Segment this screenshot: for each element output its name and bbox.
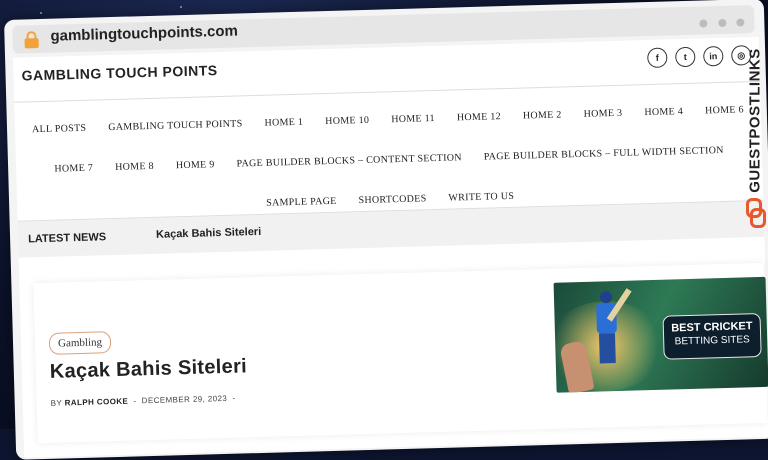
meta-separator: - — [232, 393, 236, 403]
nav-item[interactable]: SAMPLE PAGE — [266, 195, 337, 208]
browser-window: gamblingtouchpoints.com GAMBLING TOUCH P… — [4, 0, 768, 460]
post-title[interactable]: Kaçak Bahis Siteleri — [50, 355, 248, 383]
nav-item[interactable]: HOME 4 — [644, 106, 683, 118]
dot-icon[interactable] — [699, 19, 708, 28]
category-badge[interactable]: Gambling — [48, 331, 112, 355]
nav-item[interactable]: HOME 12 — [457, 111, 501, 123]
latest-news-item[interactable]: Kaçak Bahis Siteleri — [156, 226, 261, 241]
nav-item[interactable]: HOME 7 — [54, 162, 93, 174]
post-meta: BY RALPH COOKE - DECEMBER 29, 2023 - — [51, 394, 236, 408]
nav-item[interactable]: GAMBLING TOUCH POINTS — [108, 118, 243, 133]
nav-item[interactable]: ALL POSTS — [32, 122, 87, 135]
nav-item[interactable]: HOME 3 — [583, 107, 622, 119]
nav-item[interactable]: HOME 1 — [264, 116, 303, 128]
nav-item[interactable]: HOME 11 — [391, 113, 435, 125]
nav-item[interactable]: HOME 6 — [705, 104, 744, 116]
watermark-text: GUESTPOSTLINKS — [746, 48, 764, 193]
image-caption-line: BEST CRICKET — [671, 320, 753, 335]
image-caption-line: BETTING SITES — [674, 334, 750, 348]
by-label: BY — [50, 398, 63, 408]
image-caption-badge: BEST CRICKET BETTING SITES — [662, 312, 762, 360]
link-icon — [746, 198, 766, 228]
nav-item[interactable]: WRITE TO US — [448, 190, 514, 203]
post-thumbnail[interactable]: BEST CRICKET BETTING SITES — [553, 276, 768, 393]
social-links: f t in ◎ — [639, 45, 752, 69]
nav-item[interactable]: HOME 9 — [176, 159, 215, 171]
guestpostlinks-watermark: GUESTPOSTLINKS — [742, 38, 768, 228]
meta-separator: - — [133, 396, 137, 406]
facebook-icon[interactable]: f — [647, 47, 668, 69]
nav-item[interactable]: HOME 8 — [115, 160, 154, 172]
dot-icon[interactable] — [717, 18, 727, 28]
post-date: DECEMBER 29, 2023 — [141, 393, 228, 406]
window-controls — [693, 13, 745, 32]
url-text[interactable]: gamblingtouchpoints.com — [50, 22, 238, 44]
nav-item[interactable]: PAGE BUILDER BLOCKS – FULL WIDTH SECTION — [484, 144, 724, 162]
twitter-icon[interactable]: t — [675, 46, 696, 68]
featured-post-card: Gambling Kaçak Bahis Siteleri BY RALPH C… — [33, 262, 768, 444]
nav-item[interactable]: HOME 10 — [325, 114, 369, 126]
dot-icon[interactable] — [736, 18, 745, 27]
nav-item[interactable]: HOME 2 — [523, 109, 562, 121]
linkedin-icon[interactable]: in — [703, 45, 724, 67]
nav-item[interactable]: PAGE BUILDER BLOCKS – CONTENT SECTION — [236, 152, 462, 169]
lock-icon — [24, 31, 39, 49]
site-title[interactable]: GAMBLING TOUCH POINTS — [21, 62, 218, 83]
author-link[interactable]: RALPH COOKE — [65, 397, 129, 408]
nav-item[interactable]: SHORTCODES — [358, 193, 426, 206]
web-page: GAMBLING TOUCH POINTS f t in ◎ ALL POSTS GAM… — [13, 36, 768, 458]
latest-news-label: LATEST NEWS — [27, 231, 107, 246]
